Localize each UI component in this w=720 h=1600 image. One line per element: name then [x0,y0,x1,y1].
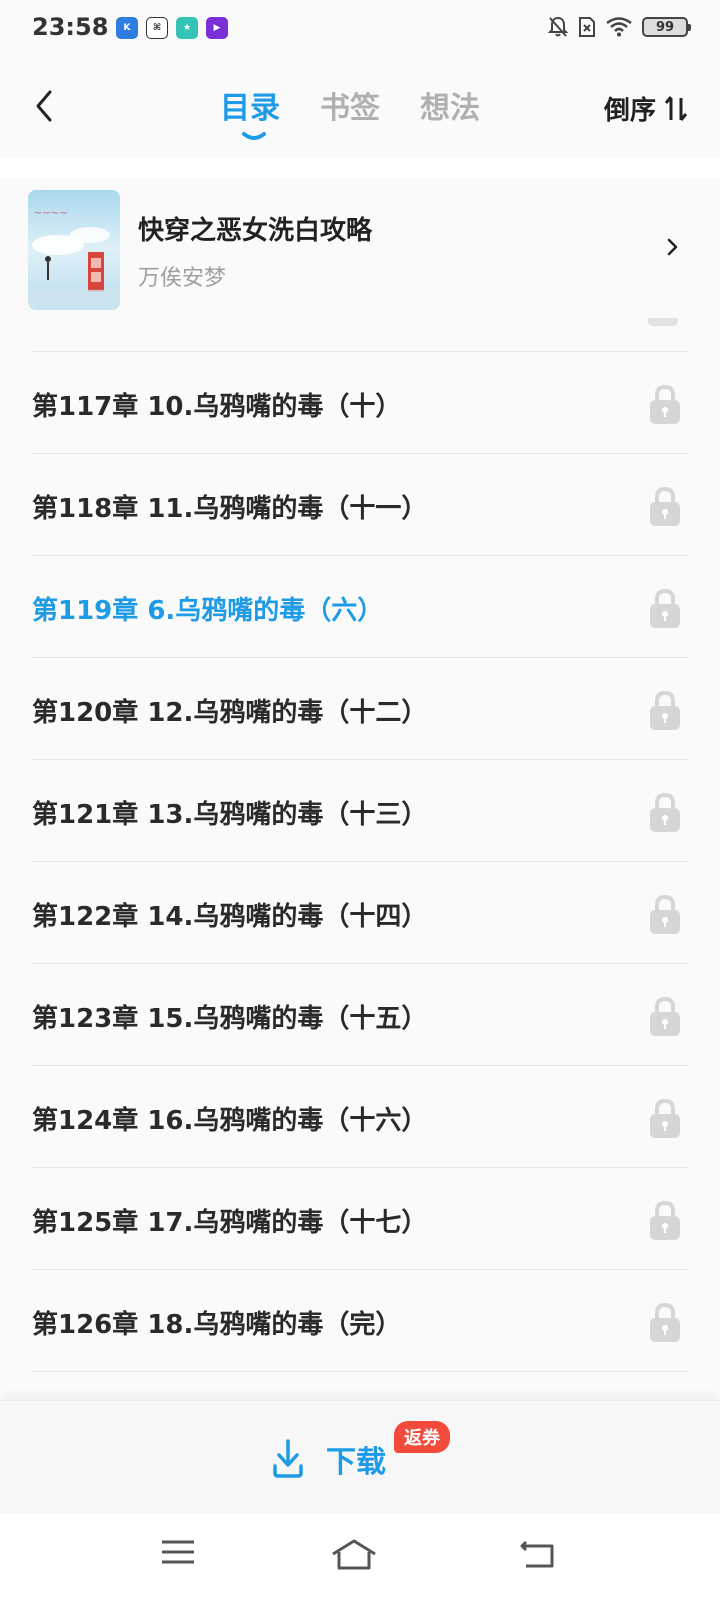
chapter-title: 第121章 13.乌鸦嘴的毒（十三） [32,800,428,830]
mute-bell-icon [548,16,568,38]
book-info-card[interactable]: ~~~~ 快穿之恶女洗白攻略 万俟安梦 [0,178,720,318]
chapter-row[interactable]: 第125章 17.乌鸦嘴的毒（十七） [32,1167,688,1271]
back-arrow-icon [36,90,52,122]
partial-lock-icon [648,318,678,326]
chapter-row[interactable]: 第122章 14.乌鸦嘴的毒（十四） [32,861,688,965]
coupon-badge: 返券 [394,1421,450,1453]
back-button[interactable] [30,88,58,124]
book-cover-image: ~~~~ [28,190,120,310]
lock-icon [650,486,680,526]
chapter-row[interactable]: 第120章 12.乌鸦嘴的毒（十二） [32,657,688,761]
chevron-right-icon [667,238,678,256]
chapter-list[interactable]: 第117章 10.乌鸦嘴的毒（十） 第118章 11.乌鸦嘴的毒（十一） 第11… [0,318,720,1400]
battery-level: 99 [655,19,675,35]
sort-order-label: 倒序 [603,96,656,126]
status-indicators: 99 [548,16,691,38]
baidu-app-icon: ⌘ [146,17,168,39]
chapter-row[interactable]: 第124章 16.乌鸦嘴的毒（十六） [32,1065,688,1169]
chapter-row[interactable]: 第121章 13.乌鸦嘴的毒（十三） [32,759,688,863]
tab-thoughts-label: 想法 [420,91,480,126]
chapter-title: 第117章 10.乌鸦嘴的毒（十） [32,392,402,422]
chapter-title: 第118章 11.乌鸦嘴的毒（十一） [32,494,428,524]
chapter-title: 第122章 14.乌鸦嘴的毒（十四） [32,902,428,932]
lock-icon [650,1302,680,1342]
chapter-row[interactable]: 第118章 11.乌鸦嘴的毒（十一） [32,453,688,557]
lock-icon [650,384,680,424]
chapter-row[interactable]: 第117章 10.乌鸦嘴的毒（十） [32,351,688,455]
home-icon [332,1539,376,1570]
chapter-title: 第123章 15.乌鸦嘴的毒（十五） [32,1004,428,1034]
return-arrow-icon [520,1540,554,1568]
book-title: 快穿之恶女洗白攻略 [138,216,373,246]
wifi-icon [606,17,632,37]
status-bar: 23:58 K ⌘ ★ ▶ 99 [0,0,720,58]
lock-icon [650,1098,680,1138]
status-app-icons: K ⌘ ★ ▶ [116,17,228,39]
chapter-row[interactable]: 第126章 18.乌鸦嘴的毒（完） [32,1269,688,1373]
tab-bookmarks-label: 书签 [320,91,380,126]
tab-thoughts[interactable]: 想法 [420,83,480,133]
battery-indicator: 99 [642,17,691,37]
menu-lines-icon [162,1540,194,1564]
lock-icon [650,1200,680,1240]
top-navigation: 目录 书签 想法 倒序 [0,58,720,158]
book-author: 万俟安梦 [138,266,227,291]
system-back-button[interactable] [520,1538,558,1574]
tab-bar: 目录 书签 想法 [220,83,480,140]
no-sim-icon [578,16,596,38]
sort-order-button[interactable]: 倒序 [604,90,688,127]
status-time: 23:58 [32,13,109,41]
bottom-action-bar: 下载 返券 [0,1400,720,1514]
tab-catalog-label: 目录 [220,91,280,126]
svg-text:~~~~: ~~~~ [34,208,68,219]
chapter-title: 第120章 12.乌鸦嘴的毒（十二） [32,698,428,728]
tab-indicator [242,132,266,140]
video-app-icon: ▶ [206,17,228,39]
system-navigation-bar [0,1514,720,1600]
tab-bookmarks[interactable]: 书签 [320,83,380,133]
sort-arrows-icon [664,95,688,121]
chapter-title: 第124章 16.乌鸦嘴的毒（十六） [32,1106,428,1136]
chapter-title: 第126章 18.乌鸦嘴的毒（完） [32,1310,402,1340]
kuwo-app-icon: K [116,17,138,39]
lock-icon [650,996,680,1036]
tab-catalog[interactable]: 目录 [220,83,280,140]
chapter-title: 第119章 6.乌鸦嘴的毒（六） [32,596,384,626]
download-button[interactable]: 下载 [270,1437,386,1481]
lock-icon [650,792,680,832]
game-app-icon: ★ [176,17,198,39]
chapter-row[interactable]: 第123章 15.乌鸦嘴的毒（十五） [32,963,688,1067]
chapter-title: 第125章 17.乌鸦嘴的毒（十七） [32,1208,428,1238]
home-button[interactable] [330,1538,378,1576]
lock-icon [650,894,680,934]
recent-apps-button[interactable] [160,1538,196,1572]
chapter-row-current[interactable]: 第119章 6.乌鸦嘴的毒（六） [32,555,688,659]
download-label: 下载 [326,1445,386,1480]
lock-icon [650,588,680,628]
chapter-row [32,1371,688,1400]
download-icon [273,1439,303,1478]
lock-icon [650,690,680,730]
